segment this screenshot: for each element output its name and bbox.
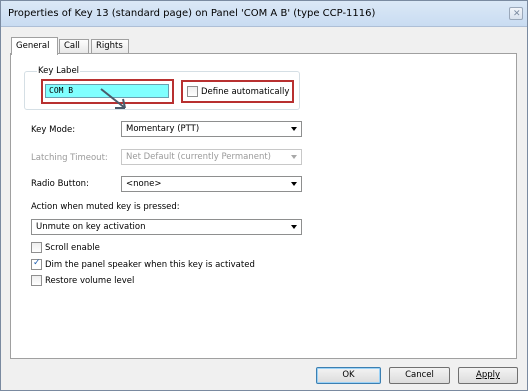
ok-button[interactable]: OK	[316, 367, 381, 384]
title-bar[interactable]: Properties of Key 13 (standard page) on …	[1, 1, 527, 27]
window-title: Properties of Key 13 (standard page) on …	[8, 8, 376, 19]
checkmark-icon: ✓	[33, 258, 41, 268]
chevron-down-icon	[291, 155, 297, 159]
tab-general[interactable]: General	[11, 37, 58, 55]
close-button[interactable]: ✕	[509, 7, 523, 20]
key-mode-select[interactable]: Momentary (PTT)	[121, 121, 302, 137]
tab-rights[interactable]: Rights	[91, 39, 129, 54]
cancel-button[interactable]: Cancel	[389, 367, 450, 384]
muted-action-select[interactable]: Unmute on key activation	[31, 219, 302, 235]
close-icon: ✕	[513, 9, 521, 19]
scroll-enable-checkbox[interactable]	[31, 242, 42, 253]
muted-action-value: Unmute on key activation	[36, 222, 146, 232]
muted-action-label: Action when muted key is pressed:	[31, 202, 180, 212]
chevron-down-icon	[291, 225, 297, 229]
chevron-down-icon	[291, 127, 297, 131]
latching-timeout-value: Net Default (currently Permanent)	[126, 152, 271, 162]
tab-call[interactable]: Call	[59, 39, 89, 54]
radio-button-select[interactable]: <none>	[121, 176, 302, 192]
key-mode-value: Momentary (PTT)	[126, 124, 200, 134]
define-automatically-label: Define automatically	[201, 87, 290, 97]
dim-speaker-checkbox[interactable]: ✓	[31, 258, 42, 270]
apply-button[interactable]: Apply	[458, 367, 518, 384]
restore-volume-checkbox[interactable]	[31, 275, 42, 286]
chevron-down-icon	[291, 182, 297, 186]
radio-button-value: <none>	[126, 179, 162, 189]
restore-volume-label: Restore volume level	[45, 276, 135, 286]
define-automatically-checkbox[interactable]	[187, 86, 198, 97]
apply-button-label: Apply	[476, 370, 500, 380]
key-mode-label: Key Mode:	[31, 125, 76, 135]
latching-timeout-select: Net Default (currently Permanent)	[121, 149, 302, 165]
scroll-enable-label: Scroll enable	[45, 243, 100, 253]
cursor-arrow-icon	[100, 88, 126, 109]
dim-speaker-label: Dim the panel speaker when this key is a…	[45, 260, 255, 270]
radio-button-label: Radio Button:	[31, 179, 89, 189]
key-label-group-title: Key Label	[37, 66, 81, 76]
latching-timeout-label: Latching Timeout:	[31, 153, 108, 163]
